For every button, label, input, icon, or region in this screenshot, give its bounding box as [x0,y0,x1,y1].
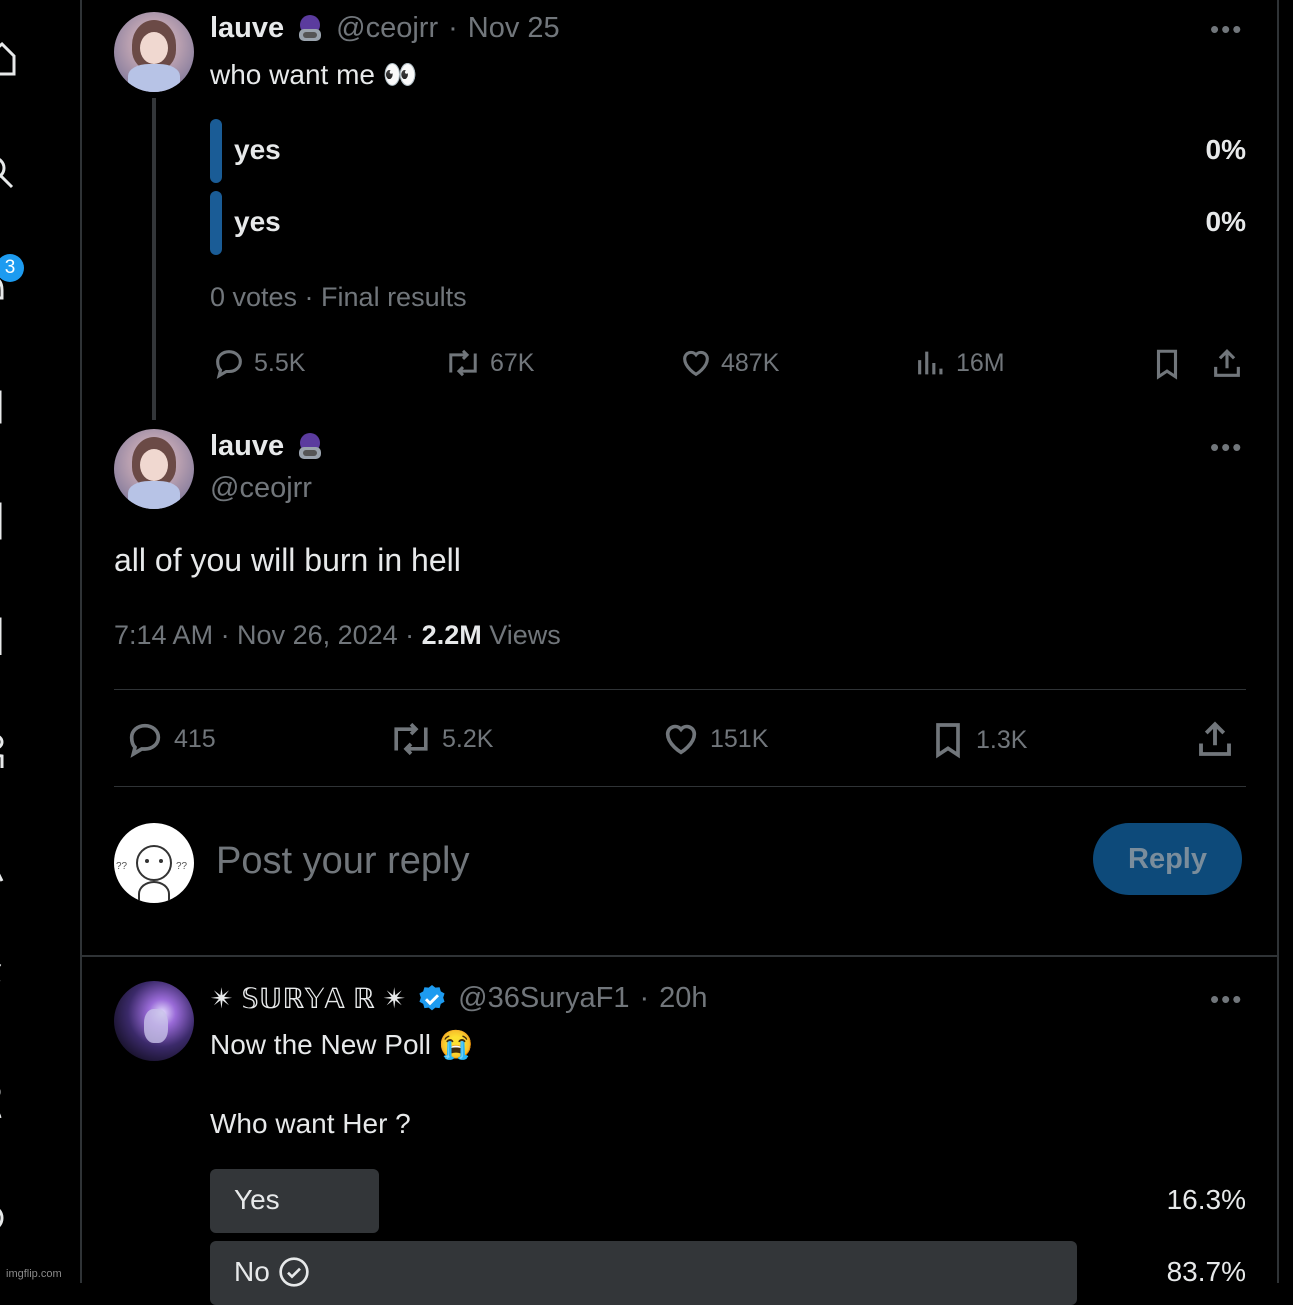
emoji-badge-icon [299,14,322,41]
tweet-header: ✴ 𝕊𝕌ℝ𝕐𝔸 ℝ ✴ @36SuryaF1 · 20h [210,982,708,1015]
tweet-text: who want me 👀 [210,59,418,90]
search-icon[interactable] [0,150,18,190]
left-navigation: 3 imgflip.com [0,0,80,1283]
repost-icon [449,349,477,377]
repost-button[interactable]: 67K [444,346,534,380]
share-icon[interactable] [1194,719,1236,761]
poll-option: No 83.7% [210,1241,1246,1305]
reply-button[interactable]: Reply [1093,823,1242,895]
poll-option-percent: 83.7% [1166,1256,1246,1287]
reply-button[interactable]: 415 [124,719,216,759]
bookmark-button[interactable]: 1.3K [928,719,1027,761]
reply-button[interactable]: 5.5K [212,346,305,380]
main-tweet-text: all of you will burn in hell [114,542,461,578]
my-avatar[interactable]: ?? ?? [114,823,194,903]
handle[interactable]: @36SuryaF1 [458,982,629,1015]
handle[interactable]: @ceojrr [210,472,312,505]
poll-meta: 0 votes · Final results [210,282,467,312]
more-options-icon[interactable] [0,1198,18,1238]
views-label: Views [481,620,561,650]
poll-option-percent: 16.3% [1166,1184,1246,1215]
reply-icon [129,723,161,758]
reply-count: 415 [174,724,216,753]
divider [114,689,1246,690]
home-icon[interactable] [0,36,18,76]
like-button[interactable]: 151K [660,719,768,759]
like-button[interactable]: 487K [679,346,779,380]
verified-badge-icon [419,984,445,1010]
tweet-text: Now the New Poll 😭 [210,1029,474,1060]
views-count: 16M [956,348,1005,377]
separator-dot: · [448,12,458,44]
post-timestamp: 7:14 AM · Nov 26, 2024 · 2.2M Views [114,620,561,651]
avatar[interactable] [114,429,194,509]
heart-icon [683,350,709,377]
reply-icon [216,350,242,380]
poll-option-label: Yes [234,1184,280,1215]
tweet-header: lauve @ceojrr · Nov 25 [210,12,560,45]
display-name[interactable]: ✴ 𝕊𝕌ℝ𝕐𝔸 ℝ ✴ [210,982,406,1015]
poll-bar [210,1241,1077,1305]
heart-icon [665,724,697,755]
views-button[interactable]: 16M [914,346,1005,380]
views-count: 2.2M [421,620,482,650]
like-count: 151K [710,724,769,753]
poll-option: Yes 16.3% [210,1169,1246,1233]
emoji-badge-icon [299,432,322,459]
post-time[interactable]: 20h [659,982,707,1015]
display-name[interactable]: lauve [210,12,284,45]
bookmark-icon [936,723,960,759]
poll-option-percent: 0% [1205,206,1246,237]
column-right-border [1277,0,1279,1283]
post-date[interactable]: Nov 25 [468,12,560,45]
communities-icon[interactable] [0,730,18,770]
poll-option-label: yes [234,134,281,165]
poll-bar [210,191,222,255]
separator-dot: · [639,982,650,1014]
bookmarks-icon[interactable] [0,615,18,655]
poll-option-text: No [234,1256,270,1287]
profile-icon[interactable] [0,1080,18,1120]
poll-option: yes 0% [210,191,1246,255]
more-icon[interactable]: ••• [1210,984,1243,1015]
bookmark-icon[interactable] [1150,346,1184,382]
repost-count: 67K [490,348,535,377]
avatar[interactable] [114,981,194,1061]
verified-orgs-icon[interactable] [0,960,18,1000]
repost-icon [394,722,428,756]
tweet-text: Who want Her ? [210,1108,411,1139]
reply-input[interactable] [214,832,1068,890]
analytics-icon [918,351,943,375]
like-count: 487K [721,348,780,377]
repost-count: 5.2K [442,724,494,753]
display-name[interactable]: lauve [210,430,284,463]
x-premium-icon[interactable] [0,845,18,885]
divider [114,786,1246,787]
post-time[interactable]: 7:14 AM · Nov 26, 2024 · [114,620,422,650]
notifications-badge: 3 [0,254,24,282]
poll-option-label: yes [234,206,281,237]
grok-icon[interactable] [0,500,18,540]
share-icon[interactable] [1210,346,1244,382]
avatar[interactable] [114,12,194,92]
reply-count: 5.5K [254,348,306,377]
poll-option-percent: 0% [1205,134,1246,165]
poll-bar [210,119,222,183]
check-circle-icon [279,1257,309,1287]
imgflip-watermark: imgflip.com [6,1268,62,1280]
tweet-header: lauve [210,430,326,463]
thread-connector [152,98,156,420]
bookmark-count: 1.3K [976,725,1028,754]
handle[interactable]: @ceojrr [336,12,438,45]
messages-icon[interactable] [0,386,18,426]
repost-button[interactable]: 5.2K [388,719,493,759]
more-icon[interactable]: ••• [1210,432,1243,463]
poll-option-label: No [234,1256,310,1288]
poll-option: yes 0% [210,119,1246,183]
more-icon[interactable]: ••• [1210,14,1243,45]
divider [82,955,1278,957]
column-left-border [80,0,82,1283]
